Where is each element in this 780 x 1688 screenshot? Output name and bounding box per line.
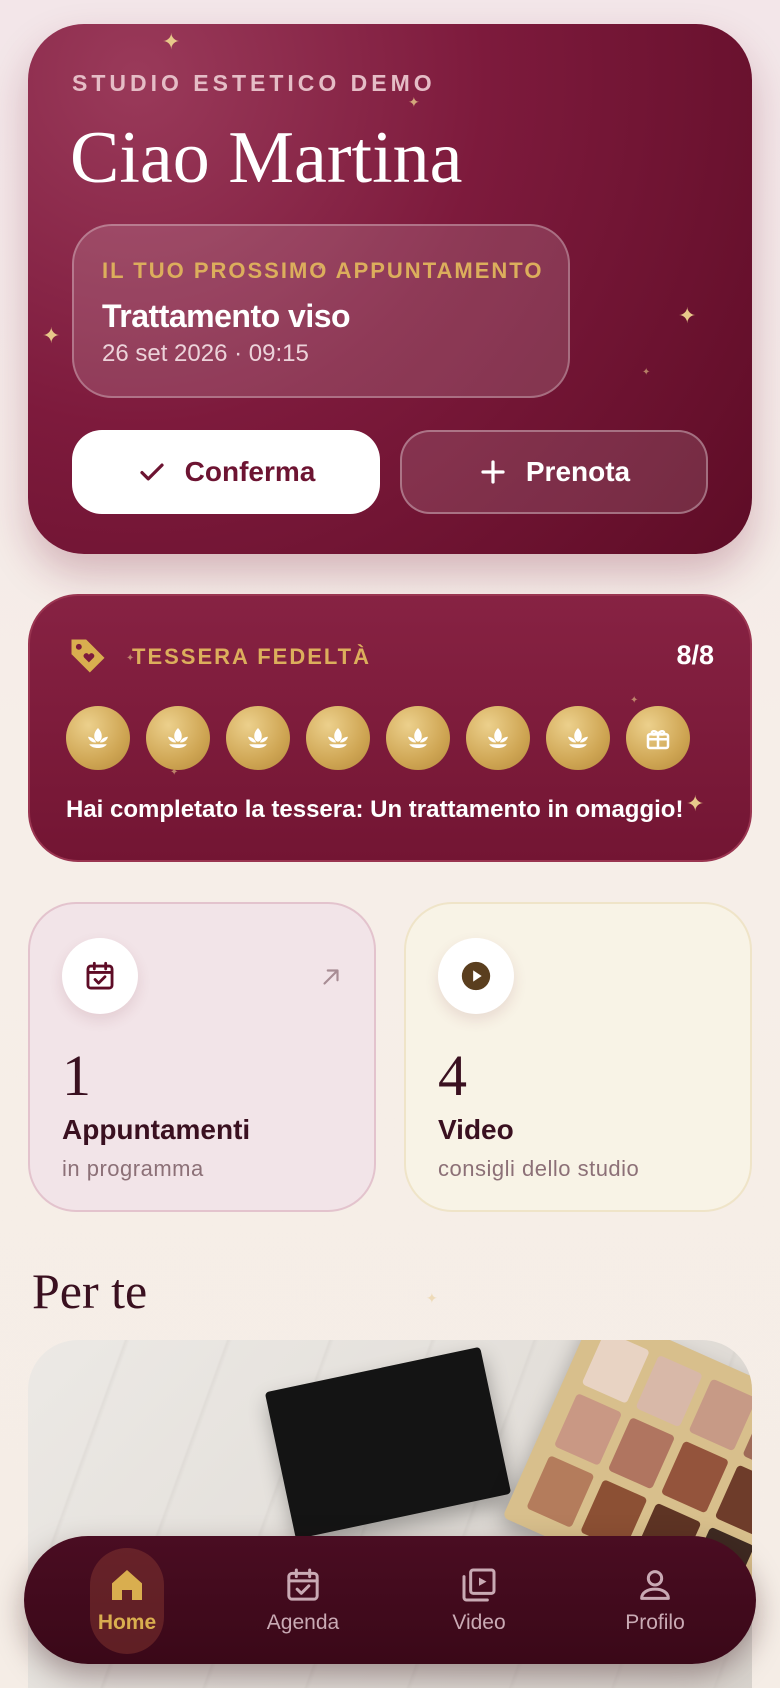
- lotus-icon: [248, 728, 268, 748]
- videos-icon-wrap: [438, 938, 514, 1014]
- lotus-icon: [168, 728, 188, 748]
- stamp-filled: [546, 706, 610, 770]
- sparkle-icon: ✦: [426, 1291, 438, 1307]
- appointments-title: Appuntamenti: [62, 1114, 251, 1145]
- loyalty-title: TESSERA FEDELTÀ: [132, 644, 372, 669]
- calendar-check-icon: [86, 961, 114, 990]
- book-button-label: Prenota: [525, 456, 631, 487]
- book-button[interactable]: Prenota: [400, 430, 708, 514]
- videos-stat-card[interactable]: 4 Video consigli dello studio: [404, 902, 752, 1212]
- next-appointment-label: IL TUO PROSSIMO APPUNTAMENTO: [102, 258, 544, 283]
- gift-icon: [646, 730, 670, 750]
- nav-item-agenda[interactable]: Agenda: [243, 1548, 363, 1652]
- next-appointment-datetime: 26 set 2026 · 09:15: [102, 340, 309, 367]
- lotus-icon: [488, 728, 508, 748]
- appointments-icon-wrap: [62, 938, 138, 1014]
- nav-item-label: Profilo: [625, 1611, 685, 1634]
- greeting-title: Ciao Martina: [70, 117, 463, 199]
- lotus-icon: [88, 728, 108, 748]
- nav-item-home[interactable]: Home: [67, 1548, 187, 1652]
- loyalty-count: 8/8: [676, 640, 714, 670]
- section-title: Per te: [32, 1263, 148, 1319]
- plus-icon: [481, 460, 505, 484]
- sparkle-icon: ✦: [408, 95, 420, 111]
- loyalty-message: Hai completato la tessera: Un trattament…: [66, 796, 684, 823]
- nav-item-label: Agenda: [266, 1611, 340, 1634]
- user-icon: [640, 1570, 670, 1600]
- nav-item-label: Home: [97, 1611, 157, 1634]
- sparkle-icon: ✦: [42, 324, 61, 349]
- lotus-icon: [408, 728, 428, 748]
- check-icon: [140, 463, 164, 481]
- next-appointment-card[interactable]: IL TUO PROSSIMO APPUNTAMENTO Trattamento…: [72, 224, 570, 398]
- videos-title: Video: [438, 1114, 514, 1145]
- videos-subtitle: consigli dello studio: [438, 1156, 640, 1181]
- play-icon: [461, 961, 491, 991]
- stamp-reward: [626, 706, 690, 770]
- sparkle-icon: ✦: [686, 792, 705, 817]
- bottom-navigation: Home Agenda Video Profilo: [24, 1536, 756, 1664]
- stamp-filled: [226, 706, 290, 770]
- loyalty-card[interactable]: ✦ ✦ ✦ ✦ TESSERA FEDELTÀ 8/8 Hai completa…: [28, 594, 752, 862]
- appointments-subtitle: in programma: [62, 1156, 204, 1181]
- appointments-stat-card[interactable]: 1 Appuntamenti in programma: [28, 902, 376, 1212]
- sparkle-icon: ✦: [162, 30, 181, 55]
- next-appointment-treatment: Trattamento viso: [102, 298, 351, 334]
- studio-name: STUDIO ESTETICO DEMO: [72, 70, 436, 96]
- video-library-icon: [462, 1568, 496, 1602]
- appointments-count: 1: [62, 1043, 91, 1108]
- videos-count: 4: [438, 1043, 467, 1108]
- nav-item-label: Video: [452, 1611, 506, 1634]
- confirm-button[interactable]: Conferma: [72, 430, 380, 514]
- loyalty-stamps: [66, 706, 690, 770]
- lotus-icon: [568, 728, 588, 748]
- calendar-icon: [287, 1568, 319, 1601]
- lotus-icon: [328, 728, 348, 748]
- confirm-button-label: Conferma: [184, 456, 316, 487]
- sparkle-icon: ✦: [678, 304, 697, 329]
- sparkle-icon: ✦: [630, 695, 639, 706]
- nav-item-video[interactable]: Video: [419, 1548, 539, 1652]
- stamp-filled: [66, 706, 130, 770]
- stamp-filled: [146, 706, 210, 770]
- home-icon: [112, 1570, 142, 1600]
- hero-card: ✦ ✦ ✦ ✦ ✦ ✦ STUDIO ESTETICO DEMO Ciao Ma…: [28, 24, 752, 554]
- stamp-filled: [306, 706, 370, 770]
- nav-item-profile[interactable]: Profilo: [595, 1548, 715, 1652]
- sparkle-icon: ✦: [642, 367, 651, 378]
- loyalty-tag-icon: [71, 639, 105, 673]
- arrow-up-right-icon: [323, 969, 339, 985]
- stamp-filled: [466, 706, 530, 770]
- stamp-filled: [386, 706, 450, 770]
